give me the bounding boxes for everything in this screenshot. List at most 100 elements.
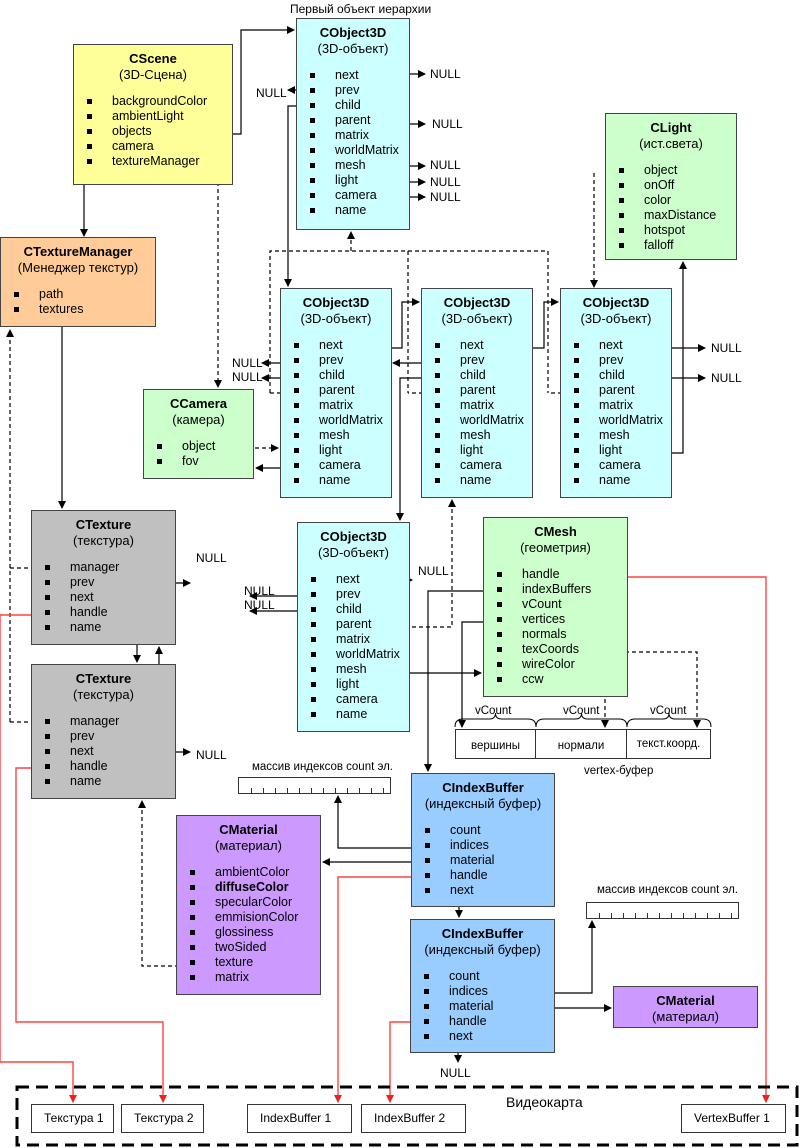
field-camera[interactable]: camera <box>298 692 409 707</box>
field-name[interactable]: name <box>561 473 671 488</box>
field-parent[interactable]: parent <box>422 383 532 398</box>
field-prev[interactable]: prev <box>297 83 409 98</box>
field-hotspot[interactable]: hotspot <box>606 223 736 238</box>
field-prev[interactable]: prev <box>281 353 391 368</box>
field-ambientLight[interactable]: ambientLight <box>74 109 232 124</box>
field-count[interactable]: count <box>411 969 554 984</box>
field-matrix[interactable]: matrix <box>561 398 671 413</box>
field-object[interactable]: object <box>144 439 253 454</box>
field-indices[interactable]: indices <box>412 838 554 853</box>
field-worldMatrix[interactable]: worldMatrix <box>297 143 409 158</box>
field-fov[interactable]: fov <box>144 454 253 469</box>
field-child[interactable]: child <box>561 368 671 383</box>
cmesh-box[interactable]: CMesh (геометрия) handle indexBuffers vCount… <box>483 517 628 697</box>
field-light[interactable]: light <box>281 443 391 458</box>
field-indices[interactable]: indices <box>411 984 554 999</box>
field-child[interactable]: child <box>422 368 532 383</box>
field-vCount[interactable]: vCount <box>484 597 627 612</box>
field-ccw[interactable]: ccw <box>484 672 627 687</box>
field-matrix[interactable]: matrix <box>297 128 409 143</box>
cobject3d-root-box[interactable]: CObject3D (3D-объект) next prev child parent m… <box>296 18 410 230</box>
field-worldMatrix[interactable]: worldMatrix <box>561 413 671 428</box>
field-handle[interactable]: handle <box>32 759 175 774</box>
field-diffuseColor[interactable]: diffuseColor <box>177 880 320 895</box>
field-handle[interactable]: handle <box>412 868 554 883</box>
field-wireColor[interactable]: wireColor <box>484 657 627 672</box>
ctexture-1-box[interactable]: CTexture (текстура) manager prev next handle n… <box>31 510 176 645</box>
field-worldMatrix[interactable]: worldMatrix <box>281 413 391 428</box>
field-child[interactable]: child <box>297 98 409 113</box>
field-ambientColor[interactable]: ambientColor <box>177 865 320 880</box>
cobject3d-d-box[interactable]: CObject3D (3D-объект) next prev child parent m… <box>297 522 410 732</box>
field-emmisionColor[interactable]: emmisionColor <box>177 910 320 925</box>
field-name[interactable]: name <box>281 473 391 488</box>
field-glossiness[interactable]: glossiness <box>177 925 320 940</box>
field-light[interactable]: light <box>561 443 671 458</box>
field-mesh[interactable]: mesh <box>297 158 409 173</box>
field-textures[interactable]: textures <box>1 302 155 317</box>
cobject3d-a-box[interactable]: CObject3D (3D-объект) next prev child parent m… <box>280 288 392 498</box>
cscene-box[interactable]: CScene (3D-Сцена) backgroundColor ambientLi… <box>73 44 233 185</box>
field-matrix[interactable]: matrix <box>177 970 320 985</box>
field-name[interactable]: name <box>422 473 532 488</box>
field-falloff[interactable]: falloff <box>606 238 736 253</box>
field-handle[interactable]: handle <box>411 1014 554 1029</box>
field-light[interactable]: light <box>297 173 409 188</box>
clight-box[interactable]: CLight (ист.света) object onOff color maxDist… <box>605 113 737 260</box>
field-camera[interactable]: camera <box>561 458 671 473</box>
field-next[interactable]: next <box>411 1029 554 1044</box>
field-name[interactable]: name <box>32 620 175 635</box>
field-prev[interactable]: prev <box>32 575 175 590</box>
field-mesh[interactable]: mesh <box>298 662 409 677</box>
cmaterial-box[interactable]: CMaterial (материал) ambientColor diffuseCo… <box>176 815 321 995</box>
field-camera[interactable]: camera <box>297 188 409 203</box>
field-textureManager[interactable]: textureManager <box>74 154 232 169</box>
field-vertices[interactable]: vertices <box>484 612 627 627</box>
field-next[interactable]: next <box>298 572 409 587</box>
field-worldMatrix[interactable]: worldMatrix <box>298 647 409 662</box>
field-prev[interactable]: prev <box>561 353 671 368</box>
cobject3d-b-box[interactable]: CObject3D (3D-объект) next prev child parent m… <box>421 288 533 498</box>
field-child[interactable]: child <box>298 602 409 617</box>
field-matrix[interactable]: matrix <box>422 398 532 413</box>
field-material[interactable]: material <box>412 853 554 868</box>
ctexturemanager-box[interactable]: CTextureManager (Менеджер текстур) path tex… <box>0 237 156 327</box>
field-light[interactable]: light <box>298 677 409 692</box>
field-camera[interactable]: camera <box>422 458 532 473</box>
ctexture-2-box[interactable]: CTexture (текстура) manager prev next handle n… <box>31 664 176 799</box>
field-parent[interactable]: parent <box>297 113 409 128</box>
field-object[interactable]: object <box>606 163 736 178</box>
field-handle[interactable]: handle <box>32 605 175 620</box>
field-count[interactable]: count <box>412 823 554 838</box>
field-matrix[interactable]: matrix <box>298 632 409 647</box>
field-prev[interactable]: prev <box>422 353 532 368</box>
field-specularColor[interactable]: specularColor <box>177 895 320 910</box>
field-manager[interactable]: manager <box>32 714 175 729</box>
field-next[interactable]: next <box>412 883 554 898</box>
field-path[interactable]: path <box>1 287 155 302</box>
field-next[interactable]: next <box>32 590 175 605</box>
field-manager[interactable]: manager <box>32 560 175 575</box>
field-material[interactable]: material <box>411 999 554 1014</box>
cobject3d-c-box[interactable]: CObject3D (3D-объект) next prev child parent m… <box>560 288 672 498</box>
field-prev[interactable]: prev <box>298 587 409 602</box>
cindexbuffer-1-box[interactable]: CIndexBuffer (индексный буфер) count indice… <box>411 773 555 907</box>
field-normals[interactable]: normals <box>484 627 627 642</box>
field-backgroundColor[interactable]: backgroundColor <box>74 94 232 109</box>
cmaterial-2-box[interactable]: CMaterial (материал) <box>613 986 758 1028</box>
field-parent[interactable]: parent <box>281 383 391 398</box>
field-mesh[interactable]: mesh <box>281 428 391 443</box>
field-mesh[interactable]: mesh <box>422 428 532 443</box>
field-camera[interactable]: camera <box>281 458 391 473</box>
field-parent[interactable]: parent <box>561 383 671 398</box>
field-maxDistance[interactable]: maxDistance <box>606 208 736 223</box>
field-parent[interactable]: parent <box>298 617 409 632</box>
field-mesh[interactable]: mesh <box>561 428 671 443</box>
field-objects[interactable]: objects <box>74 124 232 139</box>
field-camera[interactable]: camera <box>74 139 232 154</box>
field-prev[interactable]: prev <box>32 729 175 744</box>
field-name[interactable]: name <box>32 774 175 789</box>
field-color[interactable]: color <box>606 193 736 208</box>
field-name[interactable]: name <box>298 707 409 722</box>
field-texCoords[interactable]: texCoords <box>484 642 627 657</box>
